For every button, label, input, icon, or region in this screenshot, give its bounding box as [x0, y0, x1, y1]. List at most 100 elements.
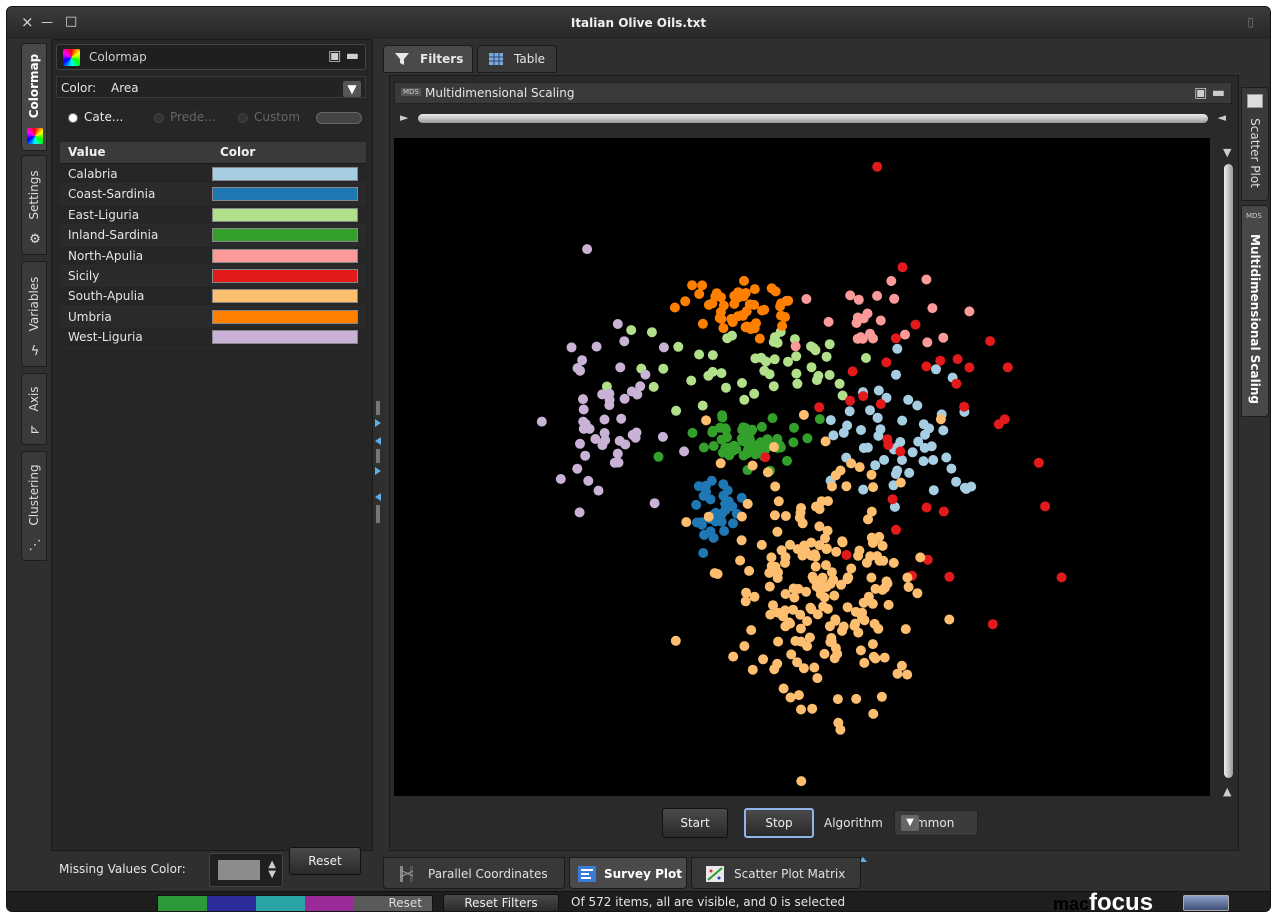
data-point-south-apulia[interactable] [819, 648, 830, 659]
data-point-south-apulia[interactable] [837, 536, 848, 547]
data-point-umbria[interactable] [726, 313, 737, 324]
data-point-south-apulia[interactable] [758, 654, 769, 665]
data-point-east-liguria[interactable] [768, 381, 779, 392]
data-point-north-apulia[interactable] [938, 332, 949, 343]
data-point-south-apulia[interactable] [853, 627, 864, 638]
data-point-inland-sardinia[interactable] [788, 437, 799, 448]
data-point-south-apulia[interactable] [819, 592, 830, 603]
data-point-sicily[interactable] [890, 333, 901, 344]
data-point-east-liguria[interactable] [626, 325, 637, 336]
data-point-west-liguria[interactable] [566, 342, 577, 353]
data-point-sicily[interactable] [895, 446, 906, 457]
data-point-south-apulia[interactable] [766, 552, 777, 563]
arrow-right-icon[interactable]: ◄ [1218, 111, 1226, 124]
data-point-north-apulia[interactable] [886, 276, 897, 286]
data-point-north-apulia[interactable] [790, 341, 801, 352]
data-point-south-apulia[interactable] [670, 635, 681, 646]
data-point-south-apulia[interactable] [878, 555, 889, 566]
data-point-east-liguria[interactable] [737, 378, 747, 388]
data-point-calabria[interactable] [858, 443, 869, 453]
data-point-west-liguria[interactable] [631, 427, 642, 438]
data-point-south-apulia[interactable] [835, 724, 846, 735]
data-point-south-apulia[interactable] [841, 481, 852, 492]
data-point-inland-sardinia[interactable] [789, 422, 799, 433]
data-point-south-apulia[interactable] [895, 477, 906, 488]
tab-multidimensional-scaling[interactable]: MDS Multidimensional Scaling [1241, 205, 1269, 417]
data-point-north-apulia[interactable] [875, 315, 886, 326]
data-point-east-liguria[interactable] [749, 388, 760, 399]
data-point-sicily[interactable] [985, 336, 996, 347]
data-point-south-apulia[interactable] [804, 632, 815, 643]
data-point-umbria[interactable] [697, 280, 708, 291]
data-point-calabria[interactable] [844, 406, 855, 417]
tab-scatter-plot[interactable]: Scatter Plot [1241, 87, 1269, 201]
data-point-inland-sardinia[interactable] [687, 427, 698, 438]
data-point-south-apulia[interactable] [843, 572, 853, 583]
data-point-south-apulia[interactable] [825, 637, 836, 647]
data-point-south-apulia[interactable] [770, 481, 781, 492]
data-point-south-apulia[interactable] [810, 561, 821, 572]
data-point-south-apulia[interactable] [820, 436, 831, 447]
tab-filters[interactable]: Filters [383, 45, 473, 73]
data-point-south-apulia[interactable] [863, 591, 874, 602]
data-point-north-apulia[interactable] [927, 303, 938, 314]
data-point-south-apulia[interactable] [851, 693, 862, 704]
data-point-south-apulia[interactable] [715, 458, 726, 469]
table-row[interactable]: Sicily [60, 265, 366, 287]
data-point-umbria[interactable] [770, 286, 781, 297]
data-point-north-apulia[interactable] [921, 274, 932, 285]
data-point-south-apulia[interactable] [778, 683, 789, 694]
data-point-north-apulia[interactable] [853, 294, 864, 305]
data-point-calabria[interactable] [907, 447, 918, 458]
tab-scatter-plot-matrix[interactable]: Scatter Plot Matrix [691, 857, 861, 889]
vertical-slider-track[interactable] [1224, 164, 1233, 778]
tab-colormap[interactable]: Colormap [21, 43, 47, 151]
data-point-south-apulia[interactable] [701, 415, 712, 426]
data-point-east-liguria[interactable] [686, 375, 697, 386]
data-point-south-apulia[interactable] [773, 636, 784, 647]
table-row[interactable]: West-Liguria [60, 327, 366, 348]
data-point-south-apulia[interactable] [831, 546, 842, 557]
data-point-west-liguria[interactable] [572, 363, 583, 374]
data-point-south-apulia[interactable] [830, 470, 841, 481]
row-color-swatch[interactable] [212, 248, 358, 263]
dropdown-arrow-icon[interactable]: ▼ [901, 815, 919, 831]
data-point-south-apulia[interactable] [801, 586, 812, 597]
data-point-sicily[interactable] [897, 262, 908, 273]
data-point-calabria[interactable] [858, 484, 869, 495]
tab-survey-plot[interactable]: Survey Plot [569, 857, 687, 889]
panel-splitter[interactable] [373, 397, 383, 527]
data-point-south-apulia[interactable] [854, 462, 865, 473]
data-point-east-liguria[interactable] [761, 356, 771, 367]
data-point-south-apulia[interactable] [788, 604, 799, 615]
data-point-umbria[interactable] [754, 333, 765, 344]
data-point-inland-sardinia[interactable] [802, 433, 813, 444]
data-point-east-liguria[interactable] [727, 330, 737, 341]
data-point-umbria[interactable] [680, 296, 691, 307]
stop-button[interactable]: Stop [744, 808, 814, 838]
data-point-coast-sardinia[interactable] [720, 505, 731, 516]
data-point-sicily[interactable] [993, 419, 1004, 430]
data-point-south-apulia[interactable] [868, 708, 879, 719]
start-button[interactable]: Start [662, 808, 728, 838]
data-point-sicily[interactable] [875, 399, 886, 409]
data-point-coast-sardinia[interactable] [723, 496, 734, 507]
data-point-east-liguria[interactable] [697, 400, 708, 411]
view-window-buttons-icon[interactable]: ▣ ▬ [1194, 85, 1225, 101]
data-point-south-apulia[interactable] [806, 537, 817, 548]
tab-variables[interactable]: Variables ϟ [21, 261, 47, 367]
tab-table[interactable]: Table [477, 45, 557, 73]
row-color-swatch[interactable] [212, 309, 358, 324]
data-point-umbria[interactable] [718, 300, 729, 311]
data-point-west-liguria[interactable] [599, 414, 610, 425]
data-point-south-apulia[interactable] [739, 641, 750, 652]
color-attribute-selector[interactable]: Color: Area ▼ [56, 76, 366, 98]
data-point-south-apulia[interactable] [709, 568, 720, 579]
data-point-east-liguria[interactable] [658, 363, 669, 374]
data-point-inland-sardinia[interactable] [782, 455, 792, 466]
data-point-sicily[interactable] [887, 494, 898, 505]
data-point-sicily[interactable] [814, 402, 825, 413]
data-point-east-liguria[interactable] [813, 370, 824, 381]
data-point-calabria[interactable] [838, 427, 849, 438]
data-point-sicily[interactable] [944, 571, 955, 582]
